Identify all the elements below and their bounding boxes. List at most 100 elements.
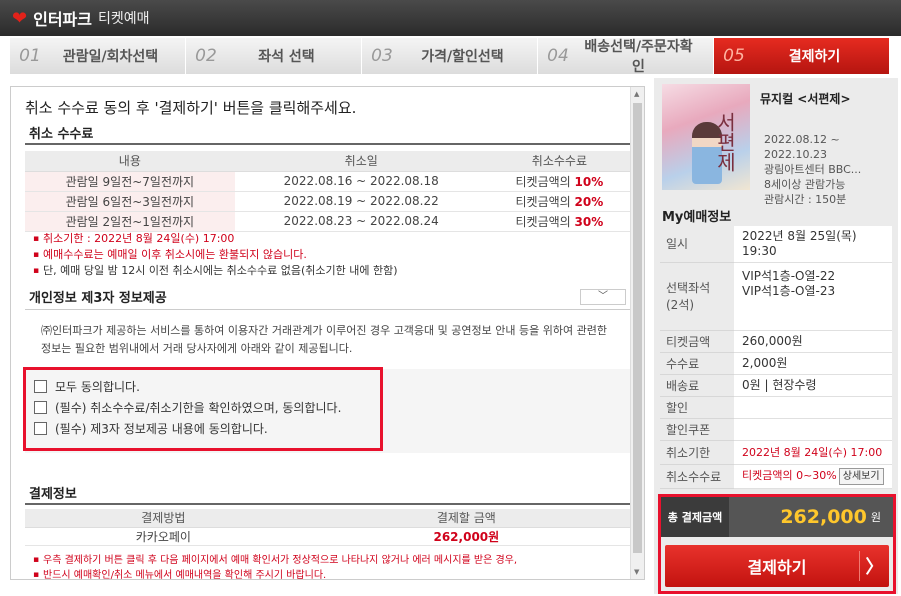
- note-item: 우측 결제하기 버튼 클릭 후 다음 페이지에서 예매 확인서가 정상적으로 나…: [33, 553, 613, 568]
- row-value: 티켓금액의 0~30%: [742, 468, 837, 482]
- fee-date: 2022.08.16 ~ 2022.08.18: [234, 171, 488, 192]
- payment-section-title: 결제정보: [29, 487, 77, 502]
- step-2[interactable]: 02 좌석 선택: [186, 38, 362, 74]
- row-label: 할인쿠폰: [660, 418, 734, 441]
- show-info-line: 8세이상 관람가능: [764, 178, 846, 191]
- total-payment-box: 총 결제금액 262,000 원 결제하기 〉: [658, 494, 896, 594]
- show-info-line: 2022.08.12 ~: [764, 133, 840, 146]
- row-label: 일시: [660, 226, 734, 263]
- row-value: 0원 | 현장수령: [734, 374, 892, 397]
- fee-prefix: 티켓금액의: [515, 194, 571, 209]
- scroll-down-icon[interactable]: ▼: [634, 568, 639, 576]
- show-info-line: 관람시간 : 150분: [764, 193, 847, 206]
- table-row: 수수료 2,000원: [660, 352, 892, 375]
- table-row: 일시 2022년 8월 25일(목) 19:30: [660, 226, 892, 263]
- note-item: 예매수수료는 예매일 이후 취소시에는 환불되지 않습니다.: [33, 247, 398, 263]
- step-label: 배송선택/주문자확인: [584, 39, 693, 75]
- step-label: 좌석 선택: [258, 49, 315, 65]
- agree-label: 모두 동의합니다.: [55, 380, 140, 394]
- row-label: 취소수수료: [660, 464, 734, 489]
- scroll-thumb[interactable]: [633, 103, 642, 553]
- table-row: 관람일 6일전~3일전까지 2022.08.19 ~ 2022.08.22 티켓…: [25, 191, 631, 212]
- total-unit: 원: [870, 511, 881, 524]
- my-booking-title: My예매정보: [662, 210, 732, 225]
- fee-rate: 10%: [574, 174, 604, 189]
- step-3[interactable]: 03 가격/할인선택: [362, 38, 538, 74]
- table-row: 티켓금액 260,000원: [660, 330, 892, 353]
- agree-label: (필수) 취소수수료/취소기한을 확인하였으며, 동의합니다.: [55, 401, 342, 415]
- row-value: 2022년 8월 25일(목) 19:30: [734, 226, 892, 263]
- row-value: 260,000원: [734, 330, 892, 353]
- row-value: VIP석1층-O열-22 VIP석1층-O열-23: [734, 262, 892, 331]
- fee-section-title: 취소 수수료: [29, 127, 94, 142]
- agreement-checkboxes: 모두 동의합니다. (필수) 취소수수료/취소기한을 확인하였으며, 동의합니다…: [23, 367, 383, 451]
- divider: [25, 503, 631, 505]
- fee-rate: 20%: [574, 194, 604, 209]
- step-5-active[interactable]: 05 결제하기: [714, 38, 890, 74]
- detail-button[interactable]: 상세보기: [838, 467, 884, 485]
- scroll-up-icon[interactable]: ▲: [634, 90, 639, 98]
- divider: [25, 143, 631, 145]
- payment-method: 카카오페이: [25, 527, 302, 546]
- fee-rate-cell: 티켓금액의 20%: [487, 191, 631, 212]
- row-label: 배송료: [660, 374, 734, 397]
- step-number: 03: [371, 46, 393, 66]
- step-label: 가격/할인선택: [421, 49, 504, 65]
- agree-label: (필수) 제3자 정보제공 내용에 동의합니다.: [55, 422, 268, 436]
- row-label: 취소기한: [660, 440, 734, 465]
- step-label: 관람일/회차선택: [62, 49, 159, 65]
- fee-rate: 30%: [574, 214, 604, 229]
- show-title: 뮤지컬 <서편제>: [760, 92, 851, 106]
- table-row: 관람일 9일전~7일전까지 2022.08.16 ~ 2022.08.18 티켓…: [25, 171, 631, 192]
- row-value: [734, 418, 892, 441]
- column-header: 취소일: [234, 151, 488, 172]
- row-value-cell: 티켓금액의 0~30% 상세보기: [734, 464, 892, 489]
- agree-cancel-fee-row[interactable]: (필수) 취소수수료/취소기한을 확인하였으며, 동의합니다.: [34, 397, 372, 418]
- fee-prefix: 티켓금액의: [515, 214, 571, 229]
- total-row: 총 결제금액 262,000 원: [661, 497, 893, 537]
- instruction-text: 취소 수수료 동의 후 '결제하기' 버튼을 클릭해주세요.: [25, 99, 357, 117]
- brand-name: 인터파크: [33, 10, 92, 29]
- agree-all-checkbox[interactable]: [34, 380, 47, 393]
- agree-cancel-fee-checkbox[interactable]: [34, 401, 47, 414]
- table-row: 할인: [660, 396, 892, 419]
- heart-logo-icon: ❤: [12, 7, 28, 29]
- chevron-right-icon: 〉: [859, 551, 889, 581]
- table-row: 관람일 2일전~1일전까지 2022.08.23 ~ 2022.08.24 티켓…: [25, 211, 631, 232]
- table-row: 취소수수료 티켓금액의 0~30% 상세보기: [660, 464, 892, 489]
- row-label: 티켓금액: [660, 330, 734, 353]
- table-row: 선택좌석 (2석) VIP석1층-O열-22 VIP석1층-O열-23: [660, 262, 892, 331]
- table-row: 취소기한 2022년 8월 24일(수) 17:00: [660, 440, 892, 465]
- column-header: 취소수수료: [487, 151, 631, 172]
- privacy-text: ㈜인터파크가 제공하는 서비스를 통하여 이용자간 거래관계가 이루어진 경우 …: [25, 309, 631, 365]
- vertical-scrollbar[interactable]: ▲ ▼: [630, 87, 644, 579]
- row-label: 선택좌석 (2석): [660, 262, 734, 331]
- my-booking-table: 일시 2022년 8월 25일(목) 19:30 선택좌석 (2석) VIP석1…: [660, 226, 892, 489]
- brand-subtitle: 티켓예매: [97, 11, 150, 27]
- fee-content: 관람일 6일전~3일전까지: [25, 191, 235, 212]
- agree-third-party-checkbox[interactable]: [34, 422, 47, 435]
- show-info-line: 2022.10.23: [764, 148, 827, 161]
- payment-main-panel: 취소 수수료 동의 후 '결제하기' 버튼을 클릭해주세요. 취소 수수료 내용…: [10, 86, 645, 580]
- app-header: ❤ 인터파크 티켓예매: [0, 0, 901, 36]
- note-item: 취소기한 : 2022년 8월 24일(수) 17:00: [33, 231, 398, 247]
- booking-summary-panel: 서편제 뮤지컬 <서편제> 2022.08.12 ~ 2022.10.23 광림…: [654, 78, 898, 594]
- step-label: 결제하기: [788, 49, 841, 65]
- show-info: 2022.08.12 ~ 2022.10.23 광림아트센터 BBC... 8세…: [764, 132, 890, 207]
- row-label: 수수료: [660, 352, 734, 375]
- fee-date: 2022.08.23 ~ 2022.08.24: [234, 211, 488, 232]
- show-poster-image: 서편제: [662, 84, 750, 190]
- payment-notes: 우측 결제하기 버튼 클릭 후 다음 페이지에서 예매 확인서가 정상적으로 나…: [33, 553, 613, 579]
- expand-toggle-button[interactable]: ﹀: [580, 289, 626, 305]
- note-item: 반드시 예매확인/취소 메뉴에서 예매내역을 확인해 주시기 바랍니다.: [33, 568, 613, 579]
- agree-all-row[interactable]: 모두 동의합니다.: [34, 376, 372, 397]
- pay-button[interactable]: 결제하기 〉: [665, 545, 889, 587]
- privacy-section-title: 개인정보 제3자 정보제공: [29, 291, 167, 306]
- column-header: 내용: [25, 151, 235, 172]
- agree-third-party-row[interactable]: (필수) 제3자 정보제공 내용에 동의합니다.: [34, 418, 372, 439]
- cancel-fee-table: 내용 취소일 취소수수료 관람일 9일전~7일전까지 2022.08.16 ~ …: [25, 151, 631, 232]
- poster-title: 서편제: [713, 112, 737, 172]
- step-4[interactable]: 04 배송선택/주문자확인: [538, 38, 714, 75]
- step-1[interactable]: 01 관람일/회차선택: [10, 38, 186, 74]
- row-value: 2022년 8월 24일(수) 17:00: [734, 440, 892, 465]
